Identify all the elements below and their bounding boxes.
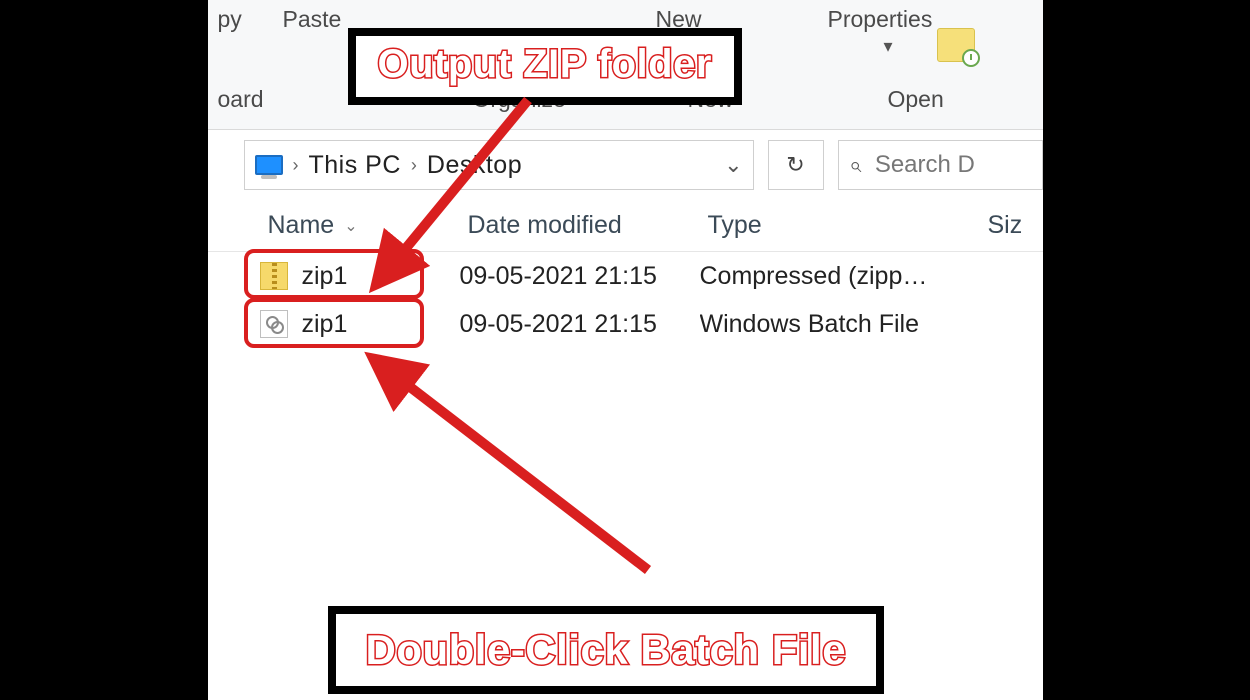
file-type: Compressed (zipp… xyxy=(700,262,986,291)
refresh-icon: ↻ xyxy=(786,152,804,178)
column-headers: Name ⌄ Date modified Type Siz xyxy=(208,200,1043,252)
ribbon-group-open: Open xyxy=(888,86,944,113)
column-size[interactable]: Siz xyxy=(980,211,1043,240)
column-date-label: Date modified xyxy=(468,211,622,240)
file-date: 09-05-2021 21:15 xyxy=(460,262,700,291)
ribbon-group-clipboard-fragment: oard xyxy=(218,86,264,113)
crumb-desktop[interactable]: Desktop xyxy=(427,151,522,180)
column-sort-icon: ⌄ xyxy=(344,216,357,236)
column-type[interactable]: Type xyxy=(700,211,980,240)
explorer-window: py Paste New Properties ▾ oard Organize … xyxy=(208,0,1043,700)
column-name-label: Name xyxy=(268,211,335,240)
address-dropdown-icon[interactable]: ⌄ xyxy=(724,152,742,178)
file-type: Windows Batch File xyxy=(700,310,986,339)
zip-archive-icon xyxy=(260,262,288,290)
crumb-separator-icon: › xyxy=(411,155,417,176)
refresh-button[interactable]: ↻ xyxy=(768,140,824,190)
annotation-top-text: Output ZIP folder xyxy=(378,42,712,86)
file-date: 09-05-2021 21:15 xyxy=(460,310,700,339)
search-placeholder: Search D xyxy=(875,151,975,179)
annotation-bottom-text: Double-Click Batch File xyxy=(366,626,847,673)
column-date-modified[interactable]: Date modified xyxy=(460,211,700,240)
address-bar[interactable]: › This PC › Desktop ⌄ xyxy=(244,140,754,190)
column-name[interactable]: Name ⌄ xyxy=(208,211,460,240)
ribbon-paste[interactable]: Paste xyxy=(283,6,342,33)
file-row-zip[interactable]: zip1 09-05-2021 21:15 Compressed (zipp… xyxy=(208,252,1043,300)
file-name: zip1 xyxy=(302,262,348,291)
file-list: zip1 09-05-2021 21:15 Compressed (zipp… … xyxy=(208,252,1043,348)
search-icon: ⌕ xyxy=(849,152,861,178)
ribbon-copy-fragment[interactable]: py xyxy=(218,6,242,33)
file-row-batch[interactable]: zip1 09-05-2021 21:15 Windows Batch File xyxy=(208,300,1043,348)
batch-file-icon xyxy=(260,310,288,338)
column-size-label: Siz xyxy=(988,211,1023,240)
history-icon[interactable] xyxy=(937,28,975,62)
column-type-label: Type xyxy=(708,211,762,240)
crumb-this-pc[interactable]: This PC xyxy=(309,151,401,180)
annotation-callout-top: Output ZIP folder xyxy=(348,28,742,105)
address-bar-row: › This PC › Desktop ⌄ ↻ ⌕ Search D xyxy=(208,130,1043,200)
ribbon-properties[interactable]: Properties xyxy=(828,6,933,33)
annotation-callout-bottom: Double-Click Batch File xyxy=(328,606,885,694)
search-box[interactable]: ⌕ Search D xyxy=(838,140,1043,190)
annotation-arrow-bottom xyxy=(328,340,688,605)
this-pc-icon xyxy=(255,155,283,175)
crumb-separator-icon: › xyxy=(293,155,299,176)
file-name: zip1 xyxy=(302,310,348,339)
ribbon-properties-dropdown-icon[interactable]: ▾ xyxy=(884,36,893,57)
